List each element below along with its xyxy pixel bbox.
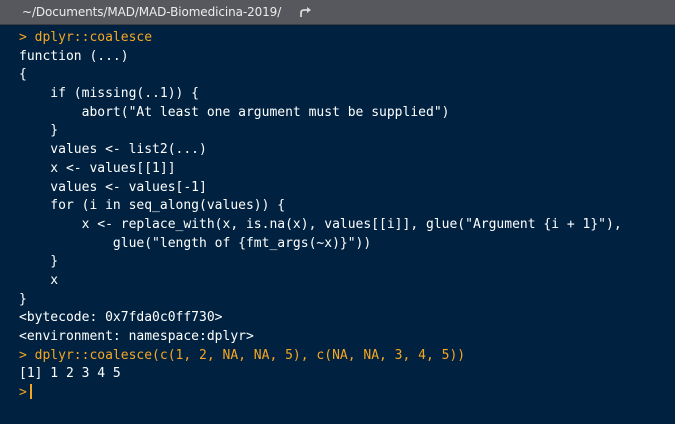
- console-output-line: abort("At least one argument must be sup…: [19, 104, 675, 123]
- output-text: glue("length of {fmt_args(~x)}")): [19, 235, 372, 251]
- console-output[interactable]: > dplyr::coalesce function (...){ if (mis…: [19, 29, 675, 403]
- console-output-line: glue("length of {fmt_args(~x)}")): [19, 235, 675, 254]
- output-text: for (i in seq_along(values)) {: [19, 198, 286, 214]
- output-text: <bytecode: 0x7fda0c0ff730>: [19, 310, 223, 326]
- console-output-line: {: [19, 66, 675, 85]
- output-text: x: [19, 272, 59, 288]
- output-text: }: [19, 291, 27, 307]
- output-text: <environment: namespace:dplyr>: [19, 329, 254, 344]
- prompt-symbol: >: [19, 385, 27, 401]
- console-output-line: }: [19, 122, 675, 141]
- console-output-line: x: [19, 272, 675, 291]
- console-output-line: <environment: namespace:dplyr>: [19, 328, 675, 347]
- output-text: function (...): [19, 48, 129, 64]
- output-text: values <- list2(...): [19, 142, 207, 158]
- arrow-turn-right-icon[interactable]: [299, 6, 313, 18]
- console-output-line: <bytecode: 0x7fda0c0ff730>: [19, 309, 675, 328]
- command-text: dplyr::coalesce(c(1, 2, NA, NA, 5), c(NA…: [34, 347, 466, 363]
- console-prompt-line[interactable]: >: [19, 384, 675, 403]
- console-output-line: [1] 1 2 3 4 5: [19, 365, 675, 384]
- output-text: }: [19, 254, 59, 270]
- console-output-line: }: [19, 253, 675, 272]
- console-titlebar: ~/Documents/MAD/MAD-Biomedicina-2019/: [0, 0, 675, 25]
- output-text: abort("At least one argument must be sup…: [19, 104, 450, 120]
- output-text: }: [19, 123, 59, 139]
- output-text: [1] 1 2 3 4 5: [19, 366, 121, 382]
- console-output-line: }: [19, 291, 675, 310]
- output-text: if (missing(..1)) {: [19, 86, 200, 102]
- console-input-line: > dplyr::coalesce: [19, 29, 675, 48]
- output-text: x <- values[[1]]: [19, 160, 176, 176]
- prompt-symbol: >: [19, 30, 27, 45]
- working-directory-path: ~/Documents/MAD/MAD-Biomedicina-2019/: [22, 5, 282, 19]
- console-input-line: > dplyr::coalesce(c(1, 2, NA, NA, 5), c(…: [19, 347, 675, 366]
- output-text: values <- values[-1]: [19, 179, 207, 195]
- console-output-line: if (missing(..1)) {: [19, 85, 675, 104]
- console-output-line: values <- list2(...): [19, 141, 675, 160]
- output-text: x <- replace_with(x, is.na(x), values[[i…: [19, 216, 622, 232]
- rstudio-console-window: ~/Documents/MAD/MAD-Biomedicina-2019/ > …: [0, 0, 675, 424]
- console-output-line: values <- values[-1]: [19, 179, 675, 198]
- output-text: {: [19, 67, 27, 83]
- prompt-symbol: >: [19, 347, 27, 363]
- console-output-line: for (i in seq_along(values)) {: [19, 197, 675, 216]
- command-text: dplyr::coalesce: [34, 30, 153, 45]
- text-cursor: [29, 384, 32, 400]
- console-output-line: x <- values[[1]]: [19, 160, 675, 179]
- console-output-line: x <- replace_with(x, is.na(x), values[[i…: [19, 216, 675, 235]
- console-output-line: function (...): [19, 48, 675, 67]
